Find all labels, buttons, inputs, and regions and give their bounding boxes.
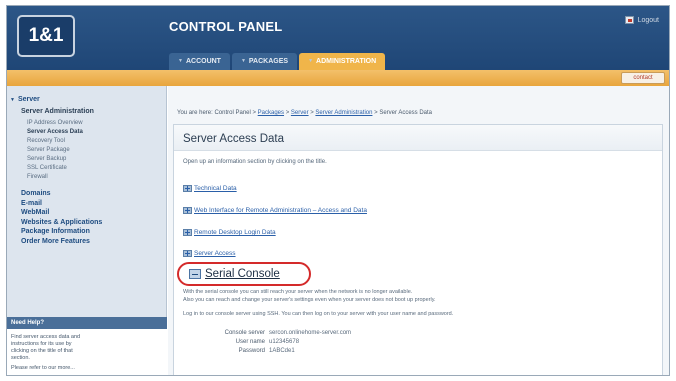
field-key: Console server <box>224 330 265 336</box>
expand-plus-icon <box>183 185 192 192</box>
main-content: You are here: Control Panel > Packages >… <box>168 86 669 375</box>
breadcrumb: You are here: Control Panel > Packages >… <box>177 110 432 116</box>
section-link-remote-desktop[interactable]: Remote Desktop Login Data <box>183 229 276 236</box>
sidebar-item-recovery-tool[interactable]: Recovery Tool <box>7 137 167 146</box>
sidebar-item-websites[interactable]: Websites & Applications <box>7 218 167 228</box>
chevron-down-icon: ▼ <box>10 96 15 103</box>
access-data-panel: Server Access Data Open up an informatio… <box>173 124 663 375</box>
logout-button[interactable]: Logout <box>624 16 659 24</box>
sidebar-main-items: Domains E-mail WebMail Websites & Applic… <box>7 189 167 246</box>
field-key: User name <box>235 339 265 345</box>
password-row: Password 1ABCde1 <box>214 348 295 354</box>
sidebar-section-server[interactable]: ▼ Server <box>7 96 167 103</box>
breadcrumb-link-server[interactable]: Server <box>291 110 309 116</box>
sidebar-item-firewall[interactable]: Firewall <box>7 173 167 182</box>
field-key: Password <box>238 348 265 354</box>
sidebar-item-domains[interactable]: Domains <box>7 189 167 199</box>
breadcrumb-separator: > <box>374 110 378 116</box>
tab-packages[interactable]: ▼ PACKAGES <box>231 53 298 70</box>
section-link-technical-data[interactable]: Technical Data <box>183 185 237 192</box>
intro-text: Open up an information section by clicki… <box>183 159 327 165</box>
help-box: Need Help? Find server access data and i… <box>7 317 167 375</box>
section-link-web-interface[interactable]: Web Interface for Remote Administration … <box>183 207 367 214</box>
serial-login-text: Log in to our console server using SSH. … <box>183 311 454 317</box>
serial-console-highlight: Serial Console <box>177 262 311 286</box>
main-tabs: ▼ ACCOUNT ▼ PACKAGES ▼ ADMINISTRATION <box>169 53 386 70</box>
serial-desc-1: With the serial console you can still re… <box>183 289 413 295</box>
tab-label: ACCOUNT <box>185 58 221 65</box>
logout-icon <box>624 16 634 24</box>
brand-logo[interactable]: 1&1 <box>17 15 75 57</box>
breadcrumb-link-packages[interactable]: Packages <box>258 110 284 116</box>
field-value: sercon.onlinehome-server.com <box>269 330 352 336</box>
section-link-server-access[interactable]: Server Access <box>183 250 236 257</box>
sidebar-item-server-backup[interactable]: Server Backup <box>7 155 167 164</box>
tab-label: PACKAGES <box>248 58 289 65</box>
section-link-label: Web Interface for Remote Administration … <box>194 207 367 214</box>
sidebar-item-server-package[interactable]: Server Package <box>7 146 167 155</box>
field-value: 1ABCde1 <box>269 348 295 354</box>
breadcrumb-link-server-admin[interactable]: Server Administration <box>315 110 372 116</box>
sidebar-subsection[interactable]: Server Administration <box>7 108 167 115</box>
section-link-label: Technical Data <box>194 185 237 192</box>
sidebar-item-ssl-certificate[interactable]: SSL Certificate <box>7 164 167 173</box>
tab-arrow-icon: ▼ <box>178 58 183 64</box>
help-title: Need Help? <box>7 317 167 329</box>
section-link-label: Serial Console <box>205 268 280 280</box>
help-text: Find server access data and instructions… <box>11 334 81 361</box>
breadcrumb-prefix: You are here: Control Panel > <box>177 110 256 116</box>
field-value: u12345678 <box>269 339 300 345</box>
section-link-label: Remote Desktop Login Data <box>194 229 276 236</box>
logout-label: Logout <box>637 16 659 24</box>
sidebar-section-label: Server <box>17 96 40 103</box>
breadcrumb-separator: > <box>285 110 290 116</box>
sidebar-item-package-info[interactable]: Package Information <box>7 227 167 237</box>
sidebar-section: ▼ Server Server Administration IP Addres… <box>7 96 167 246</box>
sidebar-item-server-access-data[interactable]: Server Access Data <box>7 128 167 137</box>
tab-label: ADMINISTRATION <box>316 58 377 65</box>
username-row: User name u12345678 <box>214 339 299 345</box>
tab-administration[interactable]: ▼ ADMINISTRATION <box>299 53 386 70</box>
expand-plus-icon <box>183 229 192 236</box>
breadcrumb-separator: > <box>310 110 314 116</box>
sidebar-sub-items: IP Address Overview Server Access Data R… <box>7 119 167 182</box>
help-more-text: Please refer to our more... <box>11 365 75 371</box>
section-link-serial-console[interactable]: Serial Console <box>189 268 280 280</box>
sub-nav-strip: contact <box>7 70 669 86</box>
console-server-row: Console server sercon.onlinehome-server.… <box>214 330 351 336</box>
serial-desc-2: Also you can reach and change your serve… <box>183 297 436 303</box>
header: 1&1 CONTROL PANEL Logout ▼ ACCOUNT ▼ PAC… <box>7 6 669 70</box>
browser-frame: 1&1 CONTROL PANEL Logout ▼ ACCOUNT ▼ PAC… <box>6 5 670 376</box>
tab-account[interactable]: ▼ ACCOUNT <box>169 53 230 70</box>
collapse-minus-icon <box>189 269 201 279</box>
expand-plus-icon <box>183 207 192 214</box>
breadcrumb-current: Server Access Data <box>379 110 432 116</box>
section-link-label: Server Access <box>194 250 236 257</box>
contact-button[interactable]: contact <box>621 72 665 84</box>
page-title: Server Access Data <box>183 133 284 145</box>
control-panel-title: CONTROL PANEL <box>169 19 283 34</box>
sidebar-item-email[interactable]: E-mail <box>7 199 167 209</box>
tab-arrow-icon: ▼ <box>240 58 246 64</box>
sidebar-item-ip-overview[interactable]: IP Address Overview <box>7 119 167 128</box>
sidebar-item-order-more[interactable]: Order More Features <box>7 237 167 247</box>
expand-plus-icon <box>183 250 192 257</box>
sidebar: ▼ Server Server Administration IP Addres… <box>7 86 167 375</box>
sidebar-item-webmail[interactable]: WebMail <box>7 208 167 218</box>
tab-arrow-icon: ▼ <box>308 58 314 64</box>
